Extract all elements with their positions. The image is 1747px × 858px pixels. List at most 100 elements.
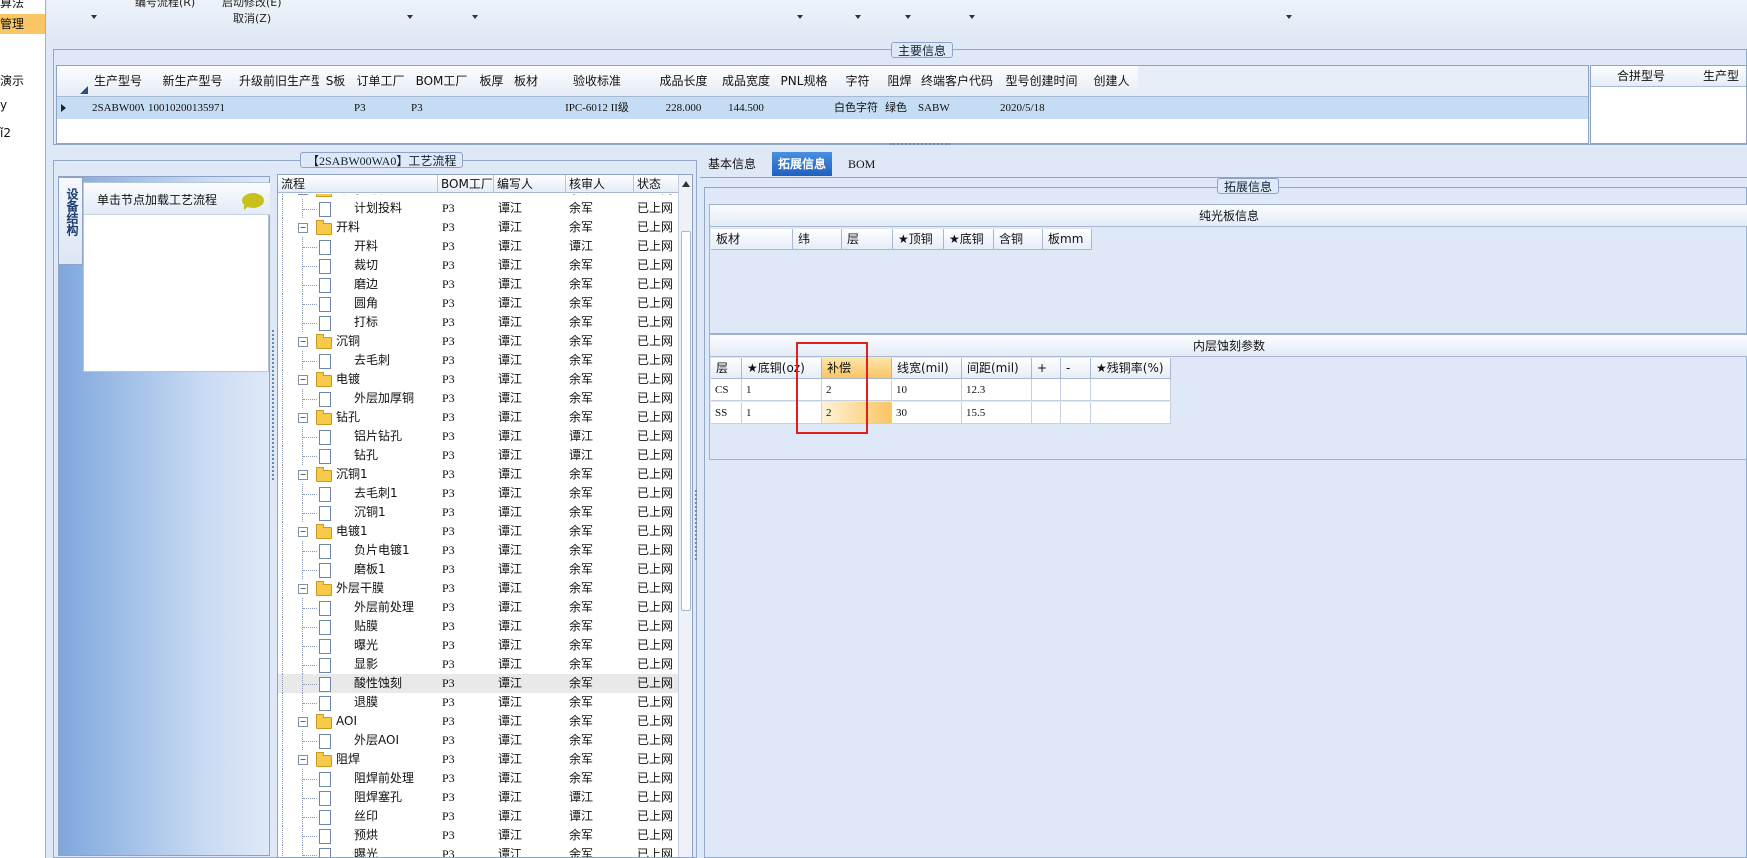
tree-row[interactable]: − 电镀 P3 谭江 余军 已上网	[278, 370, 692, 389]
tree-row[interactable]: 磨边 P3 谭江 余军 已上网	[278, 275, 692, 294]
table-cell[interactable]	[778, 97, 830, 119]
collapse-icon[interactable]: −	[298, 337, 308, 347]
column-header[interactable]: BOM工厂	[438, 175, 494, 193]
collapse-icon[interactable]: −	[298, 223, 308, 233]
table-cell[interactable]	[1061, 379, 1091, 401]
tree-row[interactable]: 去毛刺1 P3 谭江 余军 已上网	[278, 484, 692, 503]
tree-row[interactable]: 贴膜 P3 谭江 余军 已上网	[278, 617, 692, 636]
tree-node-label[interactable]: 铝片钻孔	[354, 427, 438, 446]
tree-node-label[interactable]: 去毛刺	[354, 351, 438, 370]
column-header[interactable]: 纬	[793, 229, 842, 250]
hint-header[interactable]: 单击节点加载工艺流程	[84, 183, 270, 215]
tree-row[interactable]: 丝印 P3 谭江 谭江 已上网	[278, 807, 692, 826]
nav-item-y[interactable]: y	[0, 98, 45, 112]
table-cell[interactable]	[476, 97, 507, 119]
nav-item-demo[interactable]: 演示	[0, 72, 45, 89]
column-header[interactable]: 创建人	[1085, 66, 1139, 97]
column-header[interactable]: 新生产型号	[146, 66, 240, 97]
table-cell[interactable]: 30	[892, 402, 962, 424]
tree-row[interactable]: − 阻焊 P3 谭江 余军 已上网	[278, 750, 692, 769]
tree-row[interactable]: 裁切 P3 谭江 余军 已上网	[278, 256, 692, 275]
splitter-handle[interactable]	[695, 490, 700, 560]
dropdown-arrow-icon[interactable]	[905, 15, 911, 19]
table-cell[interactable]: 15.5	[962, 402, 1032, 424]
tree-node-label[interactable]: 圆角	[354, 294, 438, 313]
tree-node-label[interactable]: 外层加厚铜	[354, 389, 438, 408]
tree-row[interactable]: 磨板1 P3 谭江 余军 已上网	[278, 560, 692, 579]
column-header[interactable]: 订单工厂	[352, 66, 410, 97]
column-header[interactable]: 型号创建时间	[998, 66, 1086, 97]
column-header[interactable]: S板	[319, 66, 353, 97]
tree-node-label[interactable]: 曝光	[354, 845, 438, 857]
collapse-icon[interactable]: −	[298, 413, 308, 423]
tree-row[interactable]: 钻孔 P3 谭江 谭江 已上网	[278, 446, 692, 465]
table-cell[interactable]: 10	[892, 379, 962, 401]
table-cell[interactable]: SABW	[918, 97, 996, 119]
tree-row[interactable]: 显影 P3 谭江 余军 已上网	[278, 655, 692, 674]
column-header[interactable]: 层	[842, 229, 893, 250]
tree-row[interactable]: 计划投料 P3 谭江 余军 已上网	[278, 199, 692, 218]
number-flow-menu[interactable]: 编号流程(R)	[135, 0, 195, 10]
tree-node-label[interactable]: 沉铜1	[354, 503, 438, 522]
column-header[interactable]: 间距(mil)	[962, 358, 1032, 379]
tree-node-label[interactable]: 计划投料	[354, 199, 438, 218]
column-header[interactable]: ★底铜	[944, 229, 994, 250]
splitter-handle[interactable]	[890, 143, 950, 149]
tree-node-label[interactable]: 曝光	[354, 636, 438, 655]
tree-row[interactable]: − 电镀1 P3 谭江 余军 已上网	[278, 522, 692, 541]
tree-node-label[interactable]: 外层干膜	[336, 579, 436, 598]
tree-node-label[interactable]: 丝印	[354, 807, 438, 826]
tree-node-label[interactable]: 钻孔	[354, 446, 438, 465]
tree-node-label[interactable]: 阻焊	[336, 750, 436, 769]
tree-row[interactable]: 负片电镀1 P3 谭江 余军 已上网	[278, 541, 692, 560]
tree-node-label[interactable]: 打标	[354, 313, 438, 332]
column-header[interactable]: 流程	[278, 175, 438, 193]
table-cell[interactable]: 144.500	[718, 97, 774, 119]
column-header[interactable]: 编写人	[494, 175, 566, 193]
tree-node-label[interactable]: 阻焊塞孔	[354, 788, 438, 807]
collapse-icon[interactable]: −	[298, 375, 308, 385]
column-header[interactable]: 板材	[711, 229, 793, 250]
dropdown-arrow-icon[interactable]	[91, 15, 97, 19]
tree-node-label[interactable]: 外层前处理	[354, 598, 438, 617]
tree-row[interactable]: 铝片钻孔 P3 谭江 谭江 已上网	[278, 427, 692, 446]
column-header[interactable]: 成品长度	[651, 66, 717, 97]
tree-node-label[interactable]: 显影	[354, 655, 438, 674]
scroll-up-icon[interactable]	[682, 181, 690, 187]
table-cell[interactable]: 2020/5/18	[1000, 97, 1083, 119]
table-cell[interactable]	[511, 97, 541, 119]
column-header[interactable]: 核审人	[566, 175, 634, 193]
table-cell[interactable]	[1032, 402, 1061, 424]
column-header[interactable]: 层	[711, 358, 742, 379]
dropdown-arrow-icon[interactable]	[407, 15, 413, 19]
table-cell[interactable]: 12.3	[962, 379, 1032, 401]
tree-node-label[interactable]: 裁切	[354, 256, 438, 275]
dropdown-arrow-icon[interactable]	[797, 15, 803, 19]
table-cell[interactable]: IPC-6012 II级	[545, 97, 649, 119]
column-header[interactable]: 终端客户代码	[916, 66, 999, 97]
tree-node-label[interactable]: 外层AOI	[354, 731, 438, 750]
collapse-icon[interactable]: −	[298, 584, 308, 594]
tree-node-label[interactable]: 磨板1	[354, 560, 438, 579]
tree-row[interactable]: 沉铜1 P3 谭江 余军 已上网	[278, 503, 692, 522]
tree-node-label[interactable]: 预烘	[354, 826, 438, 845]
tree-row[interactable]: 去毛刺 P3 谭江 余军 已上网	[278, 351, 692, 370]
column-header[interactable]: 板材	[509, 66, 544, 97]
column-header[interactable]: 含铜	[994, 229, 1043, 250]
column-header[interactable]: BOM工厂	[409, 66, 475, 97]
collapse-icon[interactable]: −	[298, 717, 308, 727]
tree-row[interactable]: 阻焊塞孔 P3 谭江 谭江 已上网	[278, 788, 692, 807]
table-cell[interactable]: P3	[411, 97, 472, 119]
tree-node-label[interactable]: AOI	[336, 712, 436, 731]
cancel-menu[interactable]: 取消(Z)	[233, 10, 271, 26]
tree-node-label[interactable]: 电镀1	[336, 522, 436, 541]
table-cell[interactable]	[1087, 97, 1136, 119]
nav-item-algorithm[interactable]: 算法	[0, 0, 45, 11]
tree-row[interactable]: − 开料 P3 谭江 余军 已上网	[278, 218, 692, 237]
column-header[interactable]: 验收标准	[543, 66, 652, 97]
table-cell[interactable]	[1091, 379, 1171, 401]
table-cell[interactable]	[321, 97, 350, 119]
table-cell[interactable]: SS	[711, 402, 742, 424]
tree-row[interactable]: − AOI P3 谭江 余军 已上网	[278, 712, 692, 731]
tree-node-label[interactable]: 磨边	[354, 275, 438, 294]
